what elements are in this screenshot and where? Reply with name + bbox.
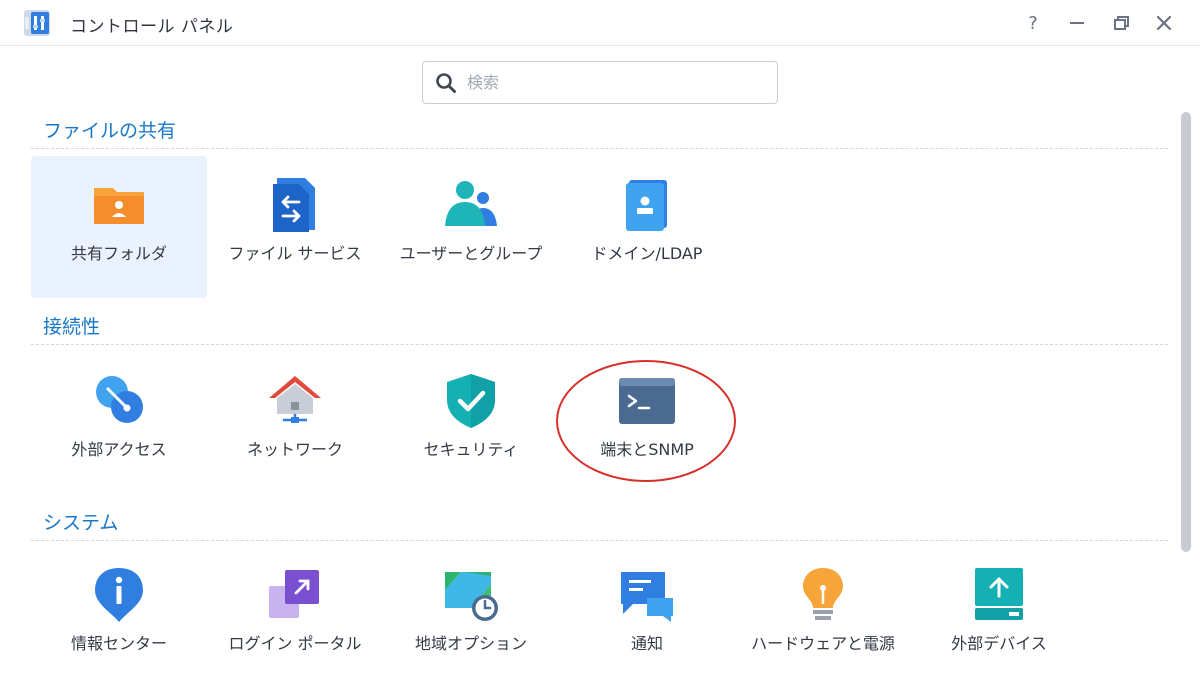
- section-title-file-sharing: ファイルの共有: [43, 120, 177, 142]
- item-label: ハードウェアと電源: [751, 634, 895, 653]
- item-label: 端末とSNMP: [600, 440, 694, 459]
- item-label: ファイル サービス: [228, 244, 362, 263]
- notification-icon: [621, 572, 673, 622]
- login-portal-icon: [269, 570, 319, 618]
- item-info-center[interactable]: 情報センター: [31, 546, 207, 688]
- security-icon: [447, 374, 495, 428]
- item-file-services[interactable]: ファイル サービス: [207, 156, 383, 298]
- info-center-icon: [95, 568, 143, 622]
- title-bar: コントロール パネル ?: [0, 0, 1200, 46]
- item-security[interactable]: セキュリティ: [383, 352, 559, 494]
- item-label: ログイン ポータル: [228, 634, 362, 653]
- search-icon: [436, 72, 456, 93]
- item-label: ネットワーク: [246, 440, 343, 459]
- control-panel-icon: [24, 10, 50, 36]
- item-external-devices[interactable]: 外部デバイス: [911, 546, 1087, 688]
- shared-folder-icon: [94, 188, 144, 224]
- item-label: 地域オプション: [414, 634, 527, 653]
- item-terminal-snmp[interactable]: 端末とSNMP: [559, 352, 735, 494]
- section-divider: [31, 540, 1168, 541]
- file-services-icon: [273, 178, 315, 232]
- item-label: セキュリティ: [423, 440, 519, 459]
- control-panel-window: コントロール パネル ? ファイルの共有: [0, 0, 1200, 695]
- section-title-connectivity: 接続性: [43, 316, 101, 338]
- item-shared-folder[interactable]: 共有フォルダ: [31, 156, 207, 298]
- item-hardware-power[interactable]: ハードウェアと電源: [735, 546, 911, 688]
- section-divider: [31, 344, 1168, 345]
- item-label: ユーザーとグループ: [399, 244, 543, 263]
- search-input[interactable]: [467, 67, 747, 98]
- item-users-groups[interactable]: ユーザーとグループ: [383, 156, 559, 298]
- section-divider: [31, 148, 1168, 149]
- item-label: 通知: [630, 634, 663, 653]
- terminal-icon: [619, 378, 675, 424]
- item-label: ドメイン/LDAP: [591, 244, 703, 263]
- external-access-icon: [96, 376, 143, 423]
- item-notification[interactable]: 通知: [559, 546, 735, 688]
- item-external-access[interactable]: 外部アクセス: [31, 352, 207, 494]
- item-label: 外部アクセス: [71, 440, 167, 459]
- item-network[interactable]: ネットワーク: [207, 352, 383, 494]
- close-icon[interactable]: [1151, 10, 1177, 36]
- users-groups-icon: [445, 181, 497, 226]
- external-devices-icon: [975, 568, 1023, 620]
- search-box[interactable]: [422, 61, 778, 104]
- item-domain-ldap[interactable]: ドメイン/LDAP: [559, 156, 735, 298]
- hardware-power-icon: [803, 568, 843, 620]
- item-regional-options[interactable]: 地域オプション: [383, 546, 559, 688]
- network-icon: [269, 376, 321, 423]
- help-label: ?: [1028, 12, 1038, 34]
- section-title-system: システム: [43, 512, 119, 534]
- item-label: 共有フォルダ: [70, 244, 167, 263]
- item-login-portal[interactable]: ログイン ポータル: [207, 546, 383, 688]
- regional-options-icon: [445, 572, 498, 621]
- scrollbar[interactable]: [1181, 112, 1191, 552]
- domain-ldap-icon: [626, 180, 667, 231]
- help-icon[interactable]: ?: [1020, 10, 1046, 36]
- restore-icon[interactable]: [1108, 10, 1134, 36]
- item-label: 外部デバイス: [951, 634, 1047, 653]
- window-title: コントロール パネル: [70, 17, 234, 37]
- item-label: 情報センター: [70, 634, 167, 653]
- minimize-icon[interactable]: [1064, 10, 1090, 36]
